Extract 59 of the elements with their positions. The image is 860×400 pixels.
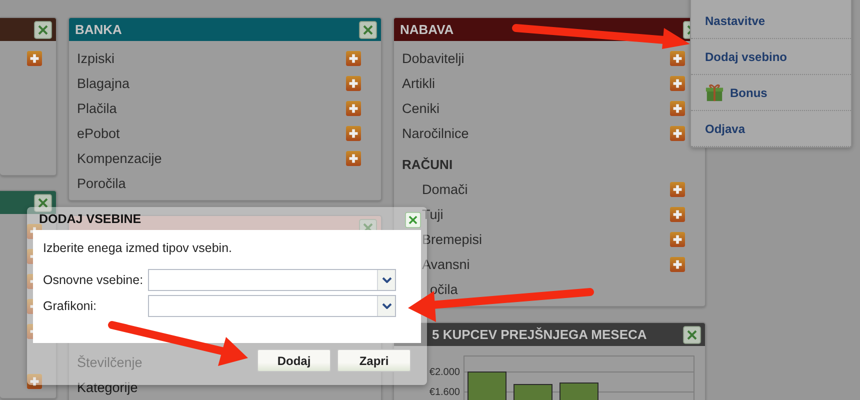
instruction-text: Izberite enega izmed tipov vsebin. — [43, 241, 233, 255]
menu-link[interactable]: očila — [430, 282, 458, 297]
menu-link[interactable]: Bremepisi — [422, 232, 482, 247]
add-icon[interactable] — [670, 207, 685, 222]
add-icon[interactable] — [670, 257, 685, 272]
panel-title: NABAVA — [400, 22, 454, 37]
add-icon[interactable] — [670, 232, 685, 247]
menu-link[interactable]: Dobavitelji — [402, 51, 464, 66]
select-field[interactable] — [148, 295, 396, 317]
add-icon[interactable] — [27, 51, 42, 66]
field-label: Grafikoni: — [43, 299, 98, 313]
close-icon[interactable] — [683, 326, 701, 344]
add-icon[interactable] — [346, 51, 361, 66]
menu-item[interactable]: Bonus — [691, 75, 851, 111]
add-icon[interactable] — [670, 126, 685, 141]
bar — [514, 384, 552, 400]
dialog-button[interactable]: Zapri — [337, 349, 411, 372]
add-icon[interactable] — [346, 126, 361, 141]
menu-link[interactable]: Naročilnice — [402, 126, 469, 141]
chevron-down-icon — [382, 303, 392, 309]
menu-link[interactable]: Kategorije — [77, 380, 138, 395]
dialog-button[interactable]: Dodaj — [257, 349, 331, 372]
add-icon[interactable] — [670, 51, 685, 66]
panel-title: 5 KUPCEV PREJŠNJEGA MESECA — [432, 327, 647, 342]
menu-item[interactable]: Nastavitve — [691, 4, 851, 39]
menu-link[interactable]: ePobot — [77, 126, 120, 141]
gift-icon — [705, 83, 724, 102]
panel-title: BANKA — [75, 22, 122, 37]
group-heading: RAČUNI — [402, 157, 453, 172]
menu-link[interactable]: Tuji — [422, 207, 444, 222]
add-icon[interactable] — [346, 101, 361, 116]
menu-link[interactable]: Plačila — [77, 101, 117, 116]
menu-item[interactable]: Dodaj vsebino — [691, 39, 851, 75]
menu-link[interactable]: Avansni — [422, 257, 470, 272]
menu-item[interactable]: Odjava — [691, 111, 851, 147]
close-icon[interactable] — [34, 194, 52, 212]
bar — [468, 372, 506, 400]
field-label: Osnovne vsebine: — [43, 273, 144, 287]
bar — [560, 382, 598, 400]
menu-link[interactable]: Ceniki — [402, 101, 440, 116]
menu-link[interactable]: Poročila — [77, 176, 126, 191]
menu-link[interactable]: Izpiski — [77, 51, 115, 66]
menu-link[interactable]: Domači — [422, 182, 468, 197]
chevron-down-icon — [382, 277, 392, 283]
add-icon[interactable] — [670, 182, 685, 197]
axis-tick-label: €1.600 — [429, 387, 460, 398]
add-icon[interactable] — [346, 76, 361, 91]
menu-link[interactable]: Blagajna — [77, 76, 130, 91]
close-icon[interactable] — [359, 20, 377, 38]
dialog-title: DODAJ VSEBINE — [39, 212, 142, 226]
add-icon[interactable] — [670, 76, 685, 91]
axis-tick-label: €2.000 — [429, 367, 460, 378]
menu-link[interactable]: Artikli — [402, 76, 435, 91]
close-icon[interactable] — [34, 20, 52, 38]
add-icon[interactable] — [346, 151, 361, 166]
menu-link[interactable]: Kompenzacije — [77, 151, 162, 166]
add-icon[interactable] — [670, 101, 685, 116]
select-field[interactable] — [148, 269, 396, 291]
add-icon[interactable] — [27, 374, 42, 389]
